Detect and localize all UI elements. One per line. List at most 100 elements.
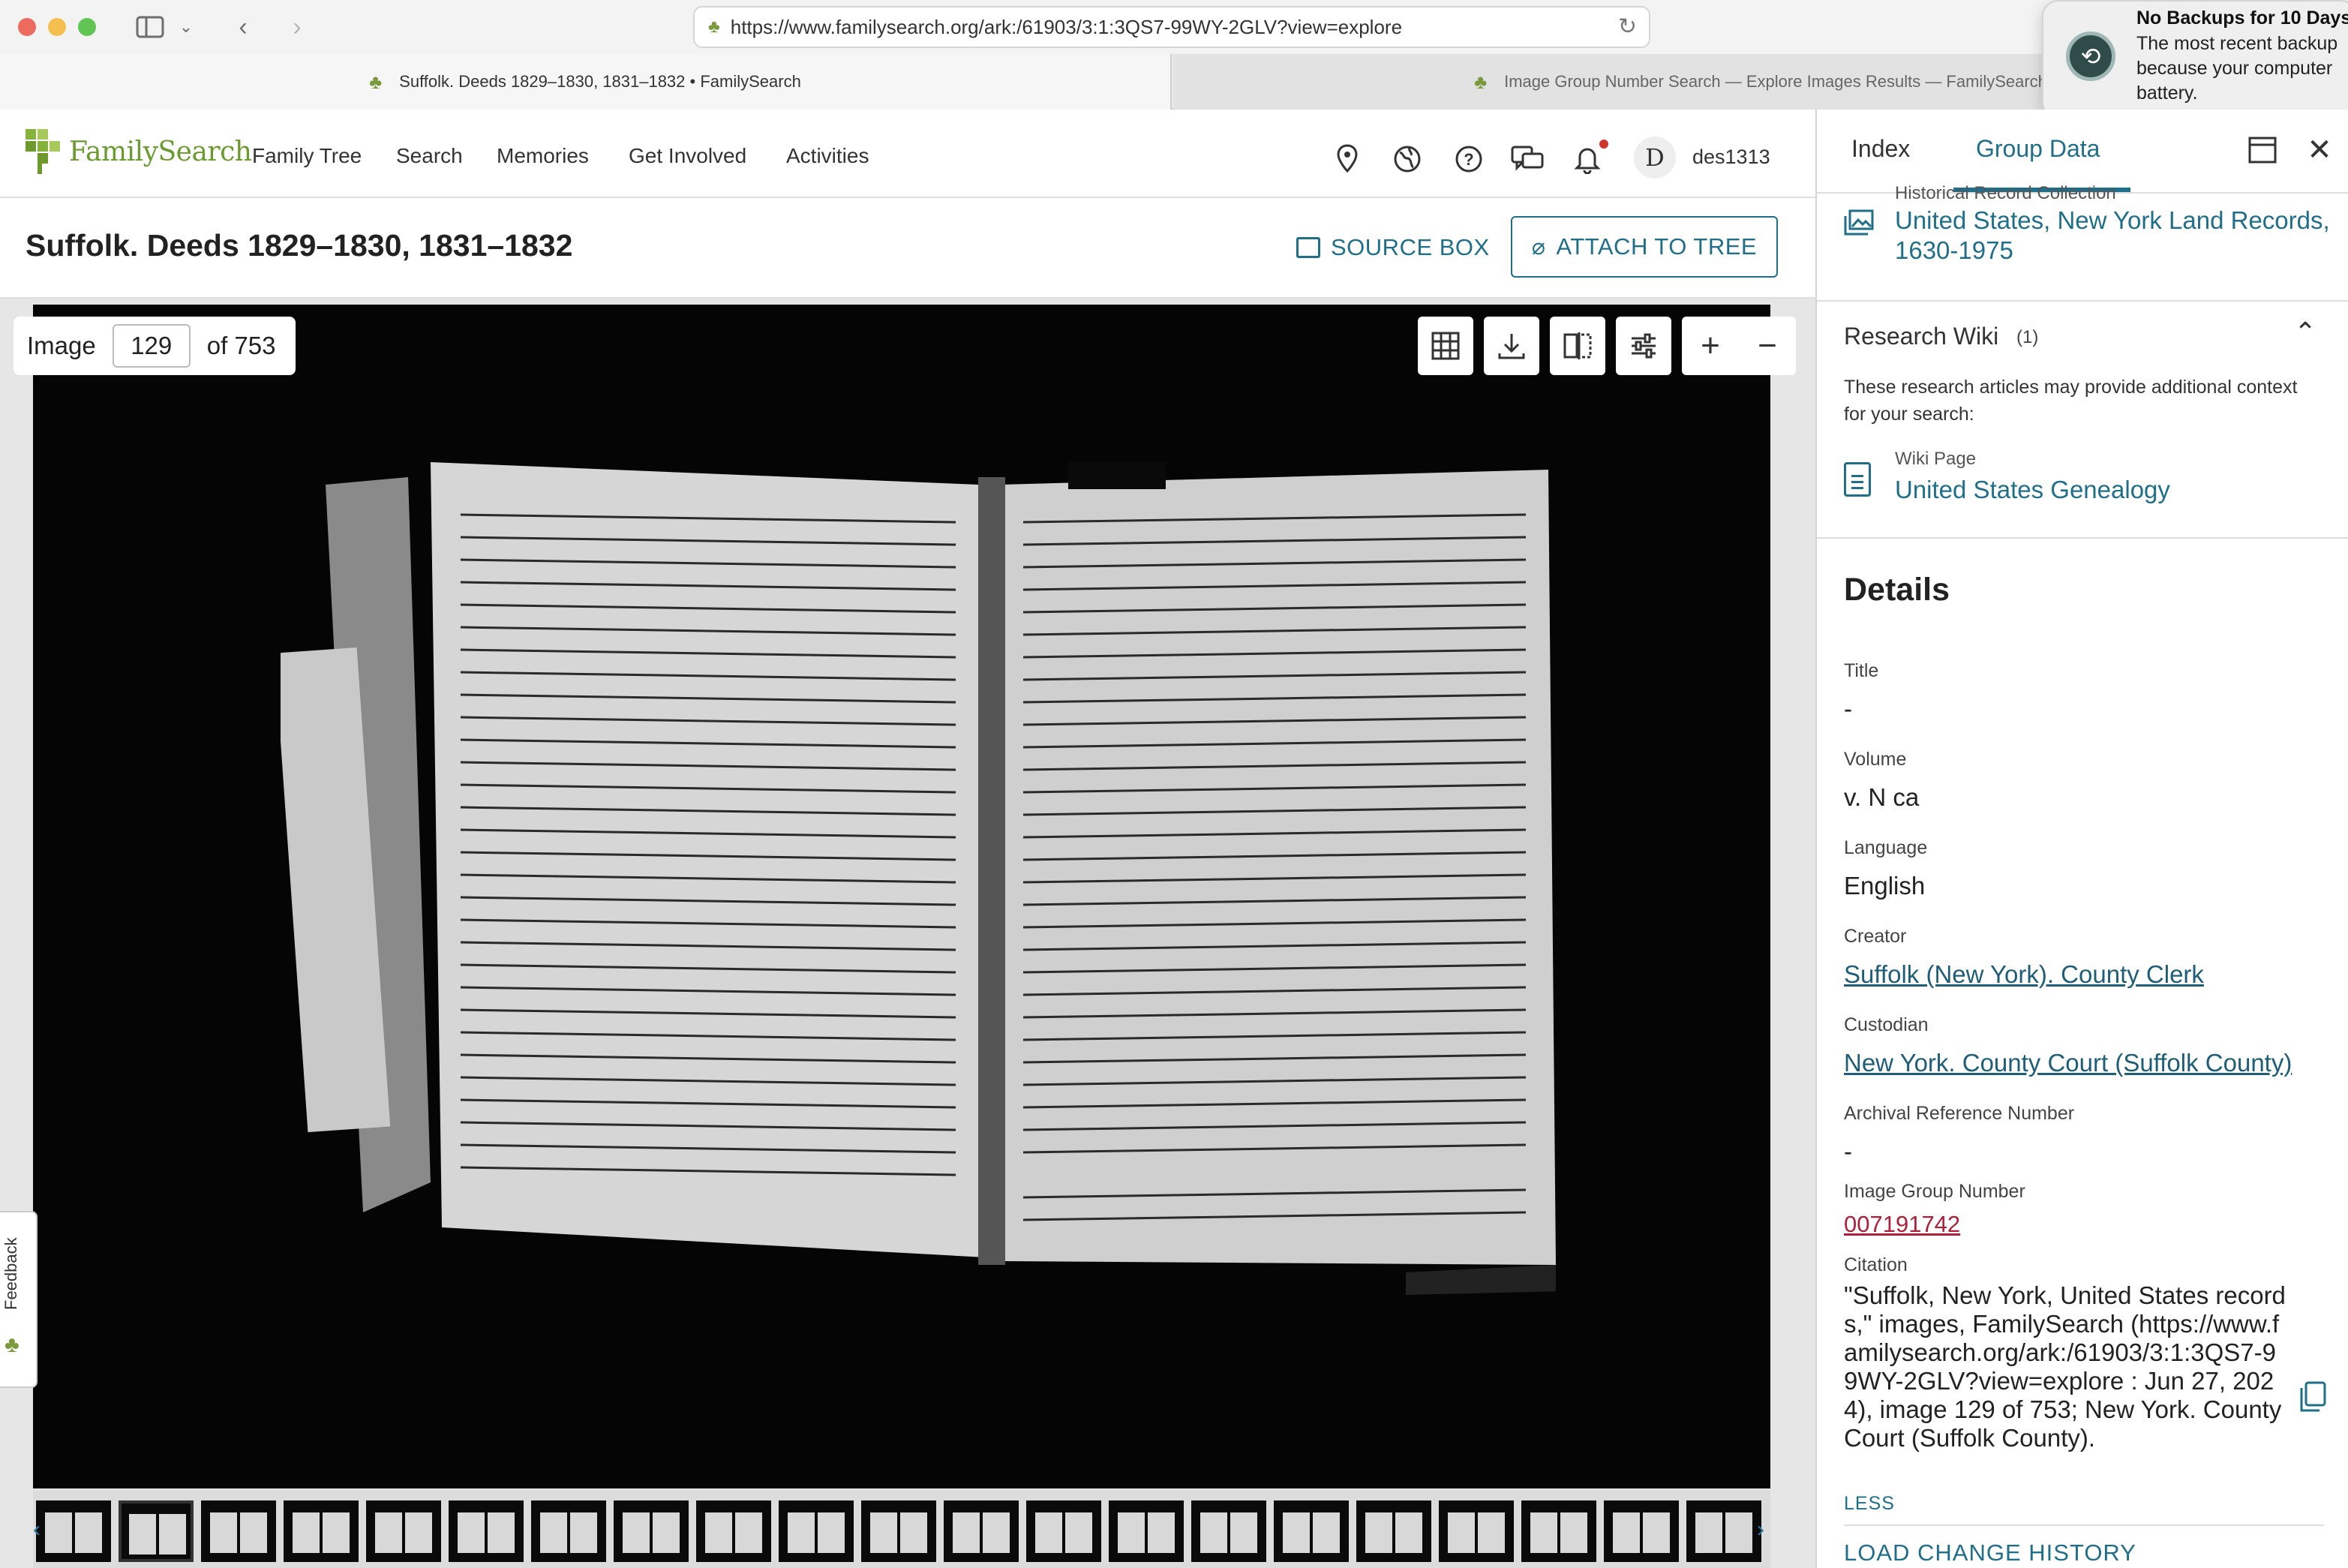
familysearch-tree-icon: ♣ bbox=[5, 1332, 20, 1357]
thumbs-prev-icon[interactable]: ‹ bbox=[33, 1517, 41, 1542]
site-header: FamilySearch Family Tree Search Memories… bbox=[0, 110, 1815, 198]
source-box-button[interactable]: SOURCE BOX bbox=[1296, 227, 1490, 269]
sidebar-toggle-icon[interactable] bbox=[132, 11, 168, 44]
browser-tab-active[interactable]: ♣ Suffolk. Deeds 1829–1830, 1831–1832 • … bbox=[0, 54, 1172, 110]
nav-memories[interactable]: Memories bbox=[497, 144, 589, 168]
image-label: Image bbox=[27, 332, 96, 359]
backup-notification[interactable]: ⟲ No Backups for 10 Days The most recent… bbox=[2042, 0, 2348, 119]
minimize-window-button[interactable] bbox=[48, 18, 66, 36]
familysearch-logo[interactable]: FamilySearch bbox=[26, 123, 252, 180]
address-bar[interactable]: ♣ https://www.familysearch.org/ark:/6190… bbox=[693, 6, 1650, 48]
thumbnail[interactable] bbox=[36, 1500, 111, 1562]
thumbnail[interactable] bbox=[696, 1500, 771, 1562]
nav-search[interactable]: Search bbox=[396, 144, 463, 168]
attach-to-tree-button[interactable]: ⌀ ATTACH TO TREE bbox=[1511, 216, 1778, 278]
tab-favicon-icon: ♣ bbox=[369, 70, 383, 93]
image-number-input[interactable]: 129 bbox=[112, 324, 191, 368]
image-canvas[interactable] bbox=[33, 305, 1770, 1488]
browser-toolbar: ⌄ ‹ › ♣ https://www.familysearch.org/ark… bbox=[0, 0, 2348, 54]
feedback-tab[interactable]: Feedback ♣ bbox=[0, 1211, 38, 1388]
notification-body: The most recent backup because your comp… bbox=[2136, 33, 2338, 104]
nav-get-involved[interactable]: Get Involved bbox=[629, 144, 746, 168]
image-group-number-link[interactable]: 007191742 bbox=[1844, 1211, 1960, 1238]
nav-activities[interactable]: Activities bbox=[786, 144, 869, 168]
avatar[interactable]: D bbox=[1634, 137, 1676, 179]
thumbnail[interactable] bbox=[531, 1500, 606, 1562]
help-icon[interactable]: ? bbox=[1452, 143, 1485, 176]
username[interactable]: des1313 bbox=[1692, 146, 1770, 169]
divider bbox=[1817, 537, 2348, 539]
thumbnail[interactable] bbox=[1439, 1500, 1514, 1562]
thumbnail[interactable] bbox=[779, 1500, 854, 1562]
chevron-up-icon[interactable]: ⌃ bbox=[2294, 317, 2316, 348]
thumbnail[interactable] bbox=[1191, 1500, 1266, 1562]
forward-icon[interactable]: › bbox=[282, 11, 312, 44]
thumbnail[interactable] bbox=[1274, 1500, 1349, 1562]
feedback-label: Feedback bbox=[2, 1237, 20, 1310]
chat-icon[interactable] bbox=[1511, 143, 1544, 176]
thumbnail[interactable] bbox=[1109, 1500, 1184, 1562]
location-pin-icon[interactable] bbox=[1331, 143, 1364, 176]
reload-icon[interactable]: ↻ bbox=[1618, 14, 1637, 40]
image-group-number-label: Image Group Number bbox=[1844, 1181, 2025, 1202]
download-button[interactable] bbox=[1484, 317, 1539, 375]
load-change-history-link[interactable]: LOAD CHANGE HISTORY bbox=[1844, 1539, 2136, 1566]
sliders-icon bbox=[1632, 333, 1656, 359]
image-total: of 753 bbox=[206, 332, 276, 359]
language-value: English bbox=[1844, 872, 1926, 900]
thumbnail[interactable] bbox=[944, 1500, 1019, 1562]
thumbnail[interactable] bbox=[1356, 1500, 1431, 1562]
thumbnail[interactable] bbox=[614, 1500, 689, 1562]
globe-icon[interactable] bbox=[1391, 143, 1424, 176]
divider bbox=[1817, 300, 2348, 302]
historical-collection-label: Historical Record Collection bbox=[1895, 183, 2116, 203]
grid-view-button[interactable] bbox=[1418, 317, 1473, 375]
thumbnail[interactable] bbox=[1521, 1500, 1596, 1562]
thumbnail[interactable] bbox=[449, 1500, 524, 1562]
research-wiki-title[interactable]: Research Wiki bbox=[1844, 323, 1998, 350]
thumbnail[interactable] bbox=[861, 1500, 936, 1562]
notification-dot bbox=[1599, 140, 1608, 149]
zoom-in-button[interactable]: + bbox=[1682, 317, 1739, 375]
grid-icon bbox=[1431, 332, 1460, 360]
thumbnail[interactable] bbox=[119, 1500, 194, 1562]
creator-label: Creator bbox=[1844, 926, 1907, 947]
dock-panel-icon[interactable] bbox=[2244, 132, 2280, 168]
copy-icon[interactable] bbox=[2297, 1380, 2327, 1413]
record-title-bar: Suffolk. Deeds 1829–1830, 1831–1832 SOUR… bbox=[0, 198, 1815, 299]
bell-icon[interactable] bbox=[1571, 143, 1604, 176]
tab-title: Image Group Number Search — Explore Imag… bbox=[1504, 72, 2047, 91]
language-label: Language bbox=[1844, 837, 1928, 858]
thumbnail[interactable] bbox=[366, 1500, 441, 1562]
close-icon[interactable]: ✕ bbox=[2301, 132, 2337, 168]
close-window-button[interactable] bbox=[18, 18, 36, 36]
thumbnail[interactable] bbox=[1026, 1500, 1101, 1562]
tab-index[interactable]: Index bbox=[1851, 135, 1910, 163]
record-image[interactable] bbox=[274, 402, 1563, 1399]
thumbnail[interactable] bbox=[1604, 1500, 1679, 1562]
thumbnail[interactable] bbox=[284, 1500, 359, 1562]
custodian-link[interactable]: New York. County Court (Suffolk County) bbox=[1844, 1049, 2292, 1077]
compare-view-button[interactable] bbox=[1550, 317, 1605, 375]
back-icon[interactable]: ‹ bbox=[228, 11, 258, 44]
zoom-window-button[interactable] bbox=[78, 18, 96, 36]
tab-favicon-icon: ♣ bbox=[1474, 70, 1488, 93]
historical-collection-link[interactable]: United States, New York Land Records, 16… bbox=[1895, 206, 2337, 266]
download-icon bbox=[1498, 334, 1525, 359]
thumbs-next-icon[interactable]: › bbox=[1757, 1517, 1764, 1542]
nav-family-tree[interactable]: Family Tree bbox=[252, 144, 362, 168]
less-link[interactable]: LESS bbox=[1844, 1493, 1895, 1515]
citation-label: Citation bbox=[1844, 1254, 1908, 1275]
creator-link[interactable]: Suffolk (New York). County Clerk bbox=[1844, 960, 2204, 989]
tab-group-data[interactable]: Group Data bbox=[1976, 135, 2100, 163]
chevron-down-icon[interactable]: ⌄ bbox=[177, 11, 195, 44]
zoom-out-button[interactable]: − bbox=[1739, 317, 1796, 375]
thumbnail[interactable] bbox=[201, 1500, 276, 1562]
volume-label: Volume bbox=[1844, 749, 1907, 770]
split-view-icon bbox=[1563, 332, 1592, 359]
wiki-page-link[interactable]: United States Genealogy bbox=[1895, 476, 2170, 504]
time-machine-icon: ⟲ bbox=[2066, 32, 2115, 81]
box-icon bbox=[1296, 237, 1320, 258]
adjust-image-button[interactable] bbox=[1616, 317, 1671, 375]
thumbnail[interactable] bbox=[1686, 1500, 1761, 1562]
